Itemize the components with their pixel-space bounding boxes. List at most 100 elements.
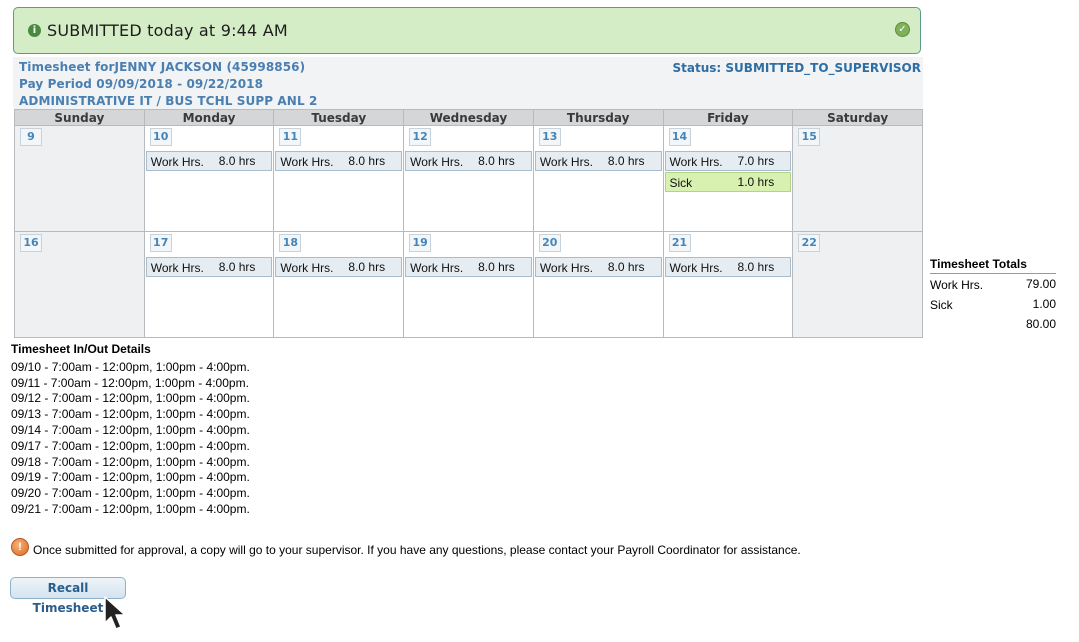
day-header-thursday: Thursday xyxy=(532,109,664,126)
entry-label: Work Hrs. xyxy=(410,261,464,275)
detail-line: 09/20 - 7:00am - 12:00pm, 1:00pm - 4:00p… xyxy=(11,486,250,501)
work-hours-entry[interactable]: Work Hrs. 8.0 hrs xyxy=(534,257,662,277)
work-hours-entry[interactable]: Work Hrs. 8.0 hrs xyxy=(275,151,403,171)
detail-line: 09/10 - 7:00am - 12:00pm, 1:00pm - 4:00p… xyxy=(11,359,250,374)
day-header-saturday: Saturday xyxy=(792,109,923,126)
day-number-link[interactable]: 10 xyxy=(149,128,172,146)
calendar-day-cell: 22 xyxy=(792,231,923,338)
totals-label: Work Hrs. xyxy=(930,278,984,292)
day-number-link[interactable]: 19 xyxy=(409,234,432,252)
totals-row: Work Hrs. 79.00 xyxy=(930,274,1056,294)
entry-hours: 7.0 hrs xyxy=(737,154,775,168)
detail-line: 09/14 - 7:00am - 12:00pm, 1:00pm - 4:00p… xyxy=(11,422,250,437)
employee-name: Timesheet forJENNY JACKSON (45998856) xyxy=(19,60,306,74)
detail-line: 09/13 - 7:00am - 12:00pm, 1:00pm - 4:00p… xyxy=(11,407,250,422)
totals-value: 79.00 xyxy=(1025,277,1056,291)
timesheet-header: Timesheet forJENNY JACKSON (45998856) Pa… xyxy=(13,57,923,109)
detail-line: 09/17 - 7:00am - 12:00pm, 1:00pm - 4:00p… xyxy=(11,438,250,453)
mouse-pointer-icon xyxy=(104,596,126,630)
entry-label: Work Hrs. xyxy=(150,261,204,275)
pay-period: Pay Period 09/09/2018 - 09/22/2018 xyxy=(19,77,264,91)
entry-hours: 1.0 hrs xyxy=(737,175,775,189)
work-hours-entry[interactable]: Work Hrs. 8.0 hrs xyxy=(405,151,532,171)
day-header-tuesday: Tuesday xyxy=(273,109,405,126)
entry-hours: 8.0 hrs xyxy=(348,260,386,274)
day-number-link[interactable]: 12 xyxy=(409,128,432,146)
calendar-day-cell: 9 xyxy=(14,125,145,232)
entry-label: Sick xyxy=(669,176,693,190)
calendar-day-cell: 20 Work Hrs. 8.0 hrs xyxy=(532,231,664,338)
notice-text: Once submitted for approval, a copy will… xyxy=(33,543,801,557)
totals-value: 1.00 xyxy=(1032,297,1056,311)
calendar-day-cell: 17 Work Hrs. 8.0 hrs xyxy=(143,231,275,338)
calendar-week: 16 17 Work Hrs. 8.0 hrs 18 Work Hrs. 8.0 hrs 19… xyxy=(14,231,923,338)
work-hours-entry[interactable]: Work Hrs. 8.0 hrs xyxy=(534,151,662,171)
day-header-wednesday: Wednesday xyxy=(403,109,534,126)
day-number-link[interactable]: 16 xyxy=(20,234,42,252)
entry-hours: 8.0 hrs xyxy=(737,260,775,274)
entry-hours: 8.0 hrs xyxy=(478,260,515,274)
day-header-friday: Friday xyxy=(662,109,794,126)
day-number-link[interactable]: 13 xyxy=(538,128,561,146)
day-number-link[interactable]: 22 xyxy=(798,234,821,252)
calendar-day-cell: 19 Work Hrs. 8.0 hrs xyxy=(403,231,534,338)
day-number-link[interactable]: 21 xyxy=(668,234,691,252)
entry-hours: 8.0 hrs xyxy=(607,260,645,274)
calendar-week: 9 10 Work Hrs. 8.0 hrs 11 Work Hrs. 8.0 hrs 12 W… xyxy=(14,125,923,232)
work-hours-entry[interactable]: Work Hrs. 8.0 hrs xyxy=(664,257,792,277)
day-number-link[interactable]: 15 xyxy=(798,128,821,146)
entry-hours: 8.0 hrs xyxy=(218,260,256,274)
sick-entry[interactable]: Sick 1.0 hrs xyxy=(664,172,792,192)
entry-label: Work Hrs. xyxy=(539,155,593,169)
work-hours-entry[interactable]: Work Hrs. 8.0 hrs xyxy=(145,257,273,277)
work-hours-entry[interactable]: Work Hrs. 8.0 hrs xyxy=(405,257,532,277)
calendar-day-cell: 10 Work Hrs. 8.0 hrs xyxy=(143,125,275,232)
totals-row: Sick 1.00 xyxy=(930,294,1056,314)
totals-label: Sick xyxy=(930,298,953,312)
detail-line: 09/11 - 7:00am - 12:00pm, 1:00pm - 4:00p… xyxy=(11,375,249,390)
day-number-link[interactable]: 14 xyxy=(668,128,691,146)
entry-hours: 8.0 hrs xyxy=(218,154,256,168)
day-number-link[interactable]: 9 xyxy=(20,128,42,146)
work-hours-entry[interactable]: Work Hrs. 8.0 hrs xyxy=(275,257,403,277)
calendar-day-cell: 16 xyxy=(14,231,145,338)
calendar-day-cell: 14 Work Hrs. 7.0 hrs Sick 1.0 hrs xyxy=(662,125,794,232)
detail-line: 09/18 - 7:00am - 12:00pm, 1:00pm - 4:00p… xyxy=(11,454,250,469)
entry-hours: 8.0 hrs xyxy=(478,154,515,168)
entry-label: Work Hrs. xyxy=(669,261,723,275)
info-icon: i xyxy=(28,24,41,37)
department-title: ADMINISTRATIVE IT / BUS TCHL SUPP ANL 2 xyxy=(19,94,318,108)
entry-hours: 8.0 hrs xyxy=(607,154,645,168)
calendar-day-cell: 15 xyxy=(792,125,923,232)
timesheet-totals: Timesheet Totals Work Hrs. 79.00 Sick 1.00 8… xyxy=(930,257,1056,334)
totals-row: 80.00 xyxy=(930,314,1056,334)
details-heading: Timesheet In/Out Details xyxy=(11,342,151,356)
day-number-link[interactable]: 20 xyxy=(538,234,561,252)
entry-label: Work Hrs. xyxy=(669,155,723,169)
entry-hours: 8.0 hrs xyxy=(348,154,386,168)
entry-label: Work Hrs. xyxy=(280,261,334,275)
detail-line: 09/21 - 7:00am - 12:00pm, 1:00pm - 4:00p… xyxy=(11,501,250,516)
totals-heading: Timesheet Totals xyxy=(930,257,1056,274)
warning-icon: ! xyxy=(11,538,29,556)
day-header-monday: Monday xyxy=(143,109,275,126)
entry-label: Work Hrs. xyxy=(410,155,464,169)
calendar-day-cell: 18 Work Hrs. 8.0 hrs xyxy=(273,231,405,338)
day-header-sunday: Sunday xyxy=(14,109,145,126)
work-hours-entry[interactable]: Work Hrs. 7.0 hrs xyxy=(664,151,792,171)
submitted-banner: i SUBMITTED today at 9:44 AM ✓ xyxy=(13,7,921,54)
day-number-link[interactable]: 18 xyxy=(279,234,302,252)
entry-label: Work Hrs. xyxy=(280,155,334,169)
checkmark-icon: ✓ xyxy=(895,22,910,37)
day-number-link[interactable]: 17 xyxy=(149,234,172,252)
detail-line: 09/12 - 7:00am - 12:00pm, 1:00pm - 4:00p… xyxy=(11,391,250,406)
work-hours-entry[interactable]: Work Hrs. 8.0 hrs xyxy=(145,151,273,171)
calendar-day-cell: 21 Work Hrs. 8.0 hrs xyxy=(662,231,794,338)
detail-line: 09/19 - 7:00am - 12:00pm, 1:00pm - 4:00p… xyxy=(11,470,250,485)
day-number-link[interactable]: 11 xyxy=(279,128,302,146)
banner-title: SUBMITTED today at 9:44 AM xyxy=(47,21,288,40)
totals-value: 80.00 xyxy=(1025,317,1056,331)
in-out-details: Timesheet In/Out Details 09/10 - 7:00am … xyxy=(11,342,250,518)
timesheet-calendar: Sunday Monday Tuesday Wednesday Thursday Frid… xyxy=(14,109,923,338)
calendar-day-cell: 13 Work Hrs. 8.0 hrs xyxy=(532,125,664,232)
